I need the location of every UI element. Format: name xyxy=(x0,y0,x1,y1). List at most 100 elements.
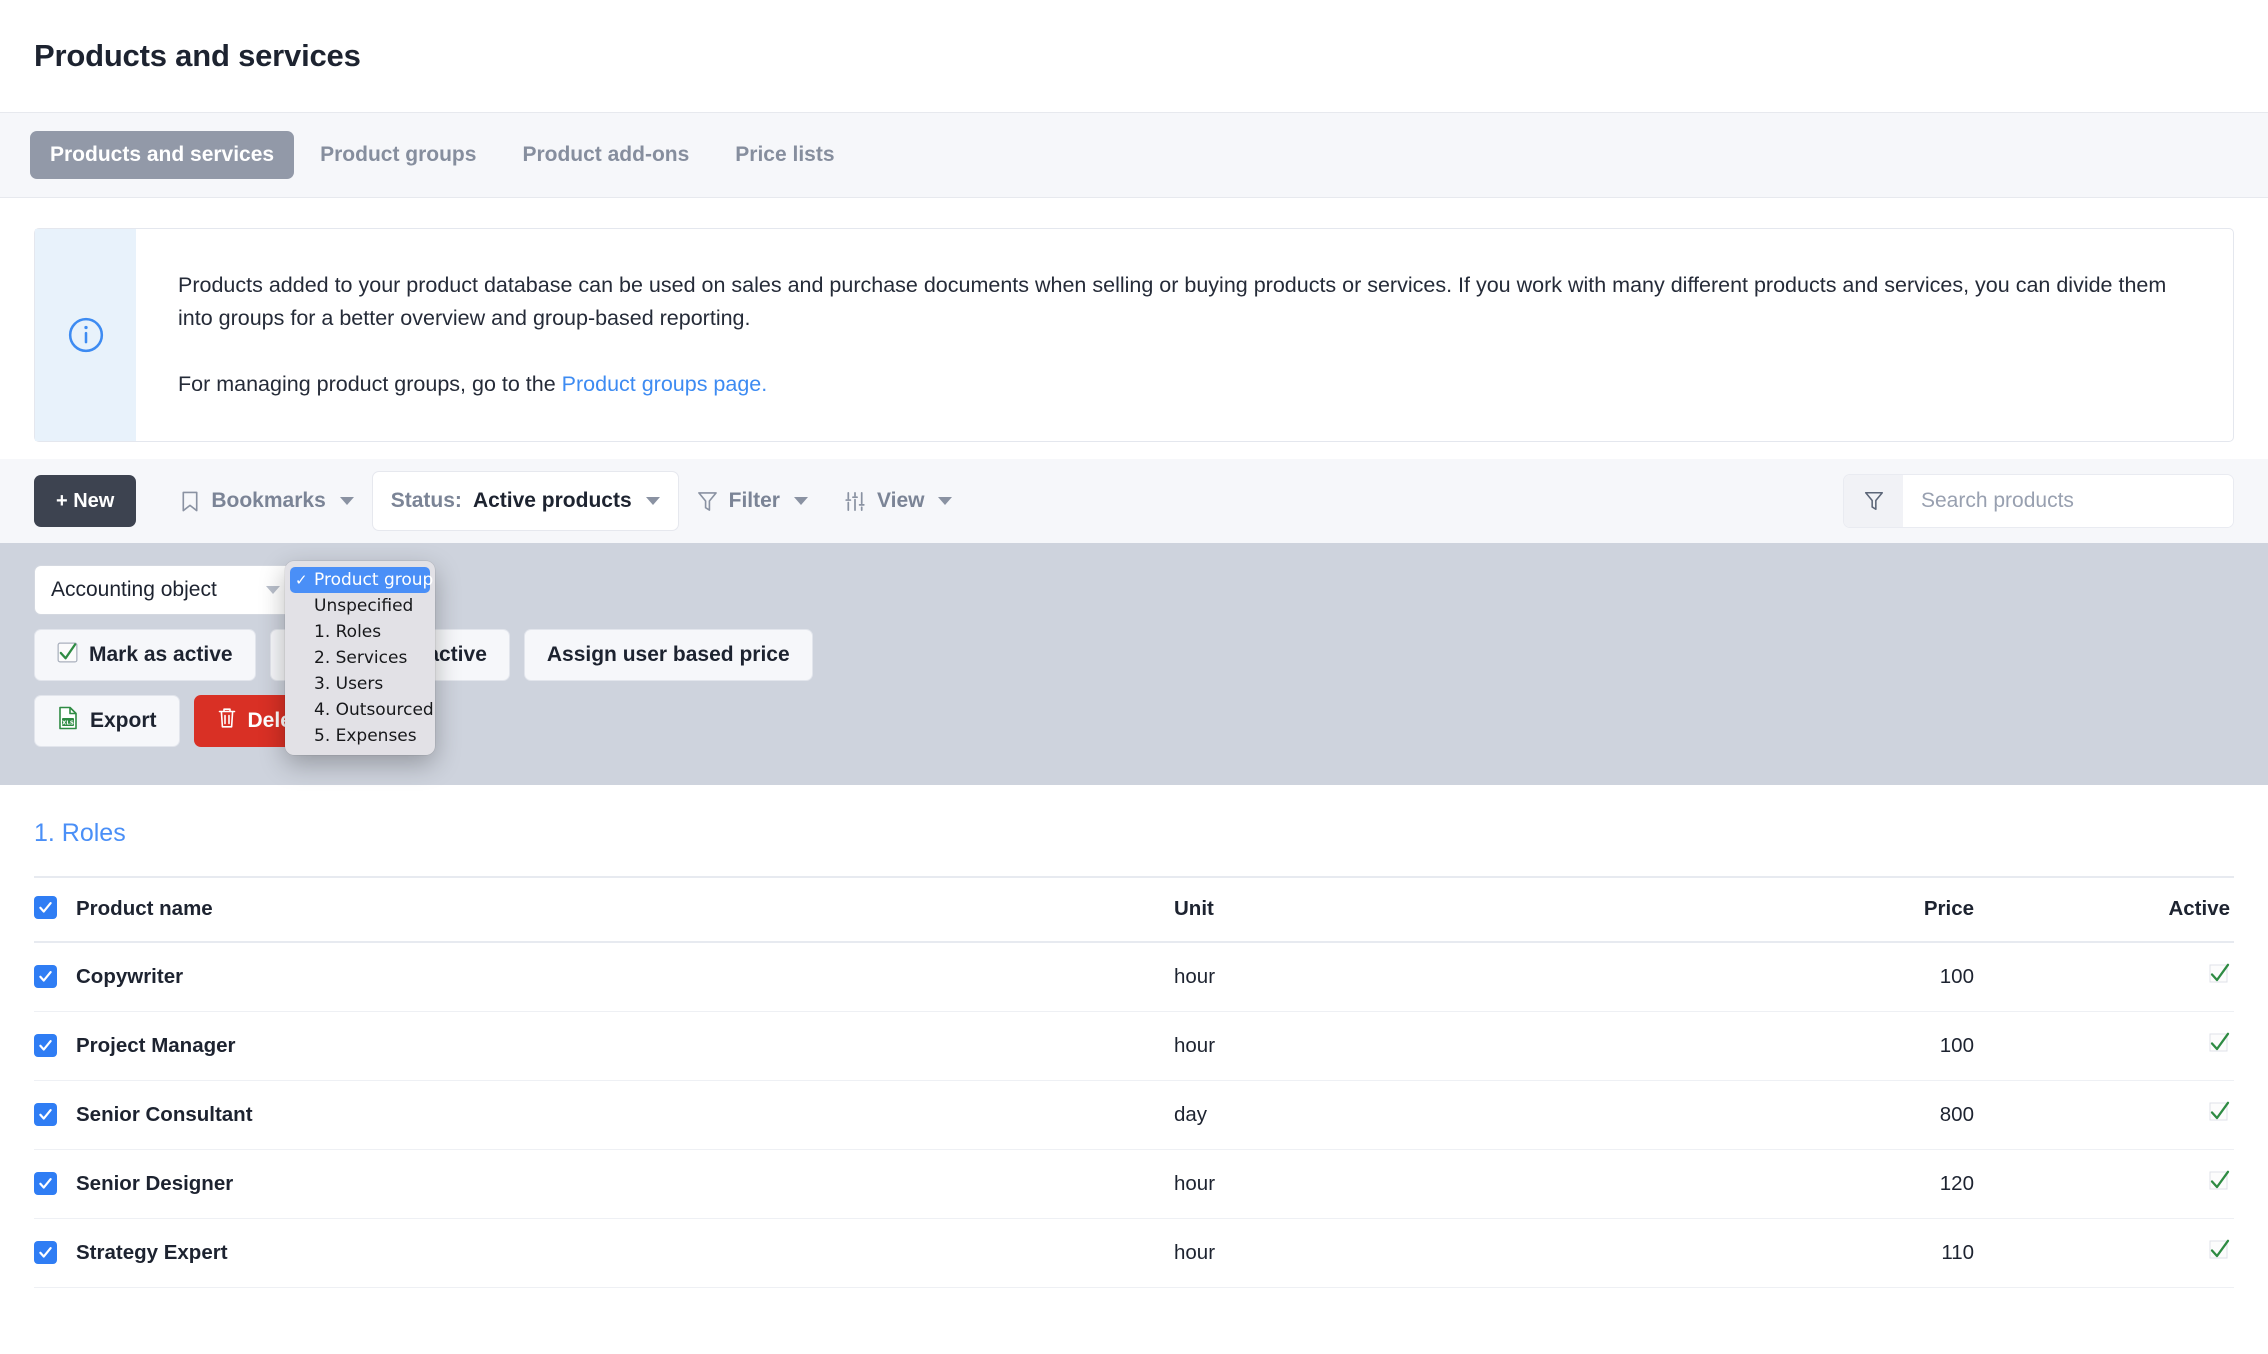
header-product-name[interactable]: Product name xyxy=(76,876,1174,943)
info-banner-body: Products added to your product database … xyxy=(136,229,2233,441)
table-row[interactable]: Project Manager hour 100 xyxy=(34,1011,2234,1081)
dropdown-item-label: Unspecified xyxy=(314,596,414,616)
sliders-icon xyxy=(844,490,866,513)
table-row[interactable]: Senior Designer hour 120 xyxy=(34,1149,2234,1219)
chevron-down-icon xyxy=(266,586,280,594)
row-select-cell xyxy=(34,1149,76,1219)
dropdown-item-label: 2. Services xyxy=(314,648,408,668)
assign-user-based-price-button[interactable]: Assign user based price xyxy=(523,629,813,681)
tab-products-and-services[interactable]: Products and services xyxy=(30,131,295,179)
cell-product-name[interactable]: Strategy Expert xyxy=(76,1218,1174,1288)
status-dropdown[interactable]: Status: Active products xyxy=(371,471,679,531)
bulk-action-panel: Accounting object Mark as active Mark as… xyxy=(0,543,2268,785)
search-group xyxy=(1843,474,2234,528)
svg-text:XLS: XLS xyxy=(62,721,74,727)
products-table-head: Product name Unit Price Active xyxy=(34,876,2234,943)
cell-unit: hour xyxy=(1174,942,1574,1012)
dropdown-item-roles[interactable]: 1. Roles xyxy=(290,619,430,645)
product-group-dropdown-menu[interactable]: ✓ Product group Unspecified 1. Roles 2. … xyxy=(285,561,435,755)
table-row[interactable]: Senior Consultant day 800 xyxy=(34,1080,2234,1150)
dropdown-item-label: 1. Roles xyxy=(314,622,382,642)
dropdown-item-product-group[interactable]: ✓ Product group xyxy=(290,567,433,593)
chevron-down-icon xyxy=(938,497,953,505)
cell-active xyxy=(1974,1218,2234,1288)
row-checkbox[interactable] xyxy=(34,964,57,988)
tab-price-lists[interactable]: Price lists xyxy=(715,131,854,179)
product-groups-page-link[interactable]: Product groups page. xyxy=(562,372,768,396)
dropdown-item-label: 3. Users xyxy=(314,674,384,694)
bookmarks-dropdown[interactable]: Bookmarks xyxy=(162,471,371,531)
cell-price: 120 xyxy=(1574,1149,1974,1219)
header-unit[interactable]: Unit xyxy=(1174,876,1574,943)
cell-product-name[interactable]: Senior Designer xyxy=(76,1149,1174,1219)
info-paragraph-2: For managing product groups, go to the P… xyxy=(178,368,2193,401)
view-dropdown[interactable]: View xyxy=(826,471,970,531)
cell-unit: hour xyxy=(1174,1218,1574,1288)
bookmarks-label: Bookmarks xyxy=(211,489,326,512)
row-checkbox[interactable] xyxy=(34,1102,57,1126)
page-header: Products and services xyxy=(0,0,2268,113)
tab-product-groups[interactable]: Product groups xyxy=(300,131,496,179)
filter-label: Filter xyxy=(728,489,780,512)
chevron-down-icon xyxy=(793,497,808,505)
dropdown-item-users[interactable]: 3. Users xyxy=(290,671,430,697)
toolbar: + New Bookmarks Status: Active products … xyxy=(0,459,2268,543)
dropdown-item-label: 4. Outsourced xyxy=(314,700,434,720)
new-button[interactable]: + New xyxy=(34,475,137,527)
tab-bar: Products and services Product groups Pro… xyxy=(0,113,2268,198)
products-table-body: Copywriter hour 100 Project Manager hour… xyxy=(34,942,2234,1288)
cell-unit: hour xyxy=(1174,1011,1574,1081)
funnel-icon xyxy=(697,490,718,513)
search-input[interactable] xyxy=(1903,475,2233,527)
cell-unit: hour xyxy=(1174,1149,1574,1219)
assign-user-based-price-label: Assign user based price xyxy=(546,643,790,666)
select-all-checkbox[interactable] xyxy=(34,896,57,919)
info-paragraph-2-prefix: For managing product groups, go to the xyxy=(178,372,562,396)
accounting-object-select[interactable]: Accounting object xyxy=(34,565,297,615)
tab-product-add-ons[interactable]: Product add-ons xyxy=(502,131,709,179)
cell-product-name[interactable]: Senior Consultant xyxy=(76,1080,1174,1150)
cell-price: 100 xyxy=(1574,1011,1974,1081)
table-row[interactable]: Copywriter hour 100 xyxy=(34,942,2234,1012)
chevron-down-icon xyxy=(339,497,354,505)
row-checkbox[interactable] xyxy=(34,1171,57,1195)
header-active[interactable]: Active xyxy=(1974,876,2234,943)
info-banner-wrapper: Products added to your product database … xyxy=(0,198,2268,442)
dropdown-item-unspecified[interactable]: Unspecified xyxy=(290,593,430,619)
page-title: Products and services xyxy=(34,38,361,73)
cell-unit: day xyxy=(1174,1080,1574,1150)
cell-active xyxy=(1974,1149,2234,1219)
row-select-cell xyxy=(34,1080,76,1150)
export-button[interactable]: XLS Export xyxy=(34,695,180,747)
header-price[interactable]: Price xyxy=(1574,876,1974,943)
cell-price: 100 xyxy=(1574,942,1974,1012)
cell-product-name[interactable]: Project Manager xyxy=(76,1011,1174,1081)
xls-file-icon: XLS xyxy=(57,706,79,736)
check-icon: ✓ xyxy=(295,571,308,589)
dropdown-item-expenses[interactable]: 5. Expenses xyxy=(290,723,430,749)
cell-product-name[interactable]: Copywriter xyxy=(76,942,1174,1012)
cell-active xyxy=(1974,942,2234,1012)
cell-active xyxy=(1974,1080,2234,1150)
table-header-row: Product name Unit Price Active xyxy=(34,876,2234,943)
dropdown-item-outsourced[interactable]: 4. Outsourced xyxy=(290,697,434,723)
filter-dropdown[interactable]: Filter xyxy=(679,471,826,531)
info-paragraph-1: Products added to your product database … xyxy=(178,273,2167,330)
view-label: View xyxy=(876,489,925,512)
products-table-wrapper: 1. Roles Product name Unit Price Active xyxy=(0,785,2268,1288)
active-check-icon xyxy=(2208,963,2230,991)
cell-price: 800 xyxy=(1574,1080,1974,1150)
info-circle-icon xyxy=(67,316,105,354)
status-prefix: Status: xyxy=(390,489,462,512)
mark-as-active-button[interactable]: Mark as active xyxy=(34,629,256,681)
row-select-cell xyxy=(34,1218,76,1288)
info-banner: Products added to your product database … xyxy=(34,228,2234,442)
row-checkbox[interactable] xyxy=(34,1033,57,1057)
mark-as-active-label: Mark as active xyxy=(89,643,233,666)
row-checkbox[interactable] xyxy=(34,1240,57,1264)
table-row[interactable]: Strategy Expert hour 110 xyxy=(34,1218,2234,1288)
dropdown-item-label: 5. Expenses xyxy=(314,726,417,746)
dropdown-item-services[interactable]: 2. Services xyxy=(290,645,430,671)
search-filter-icon[interactable] xyxy=(1844,475,1903,527)
cell-price: 110 xyxy=(1574,1218,1974,1288)
